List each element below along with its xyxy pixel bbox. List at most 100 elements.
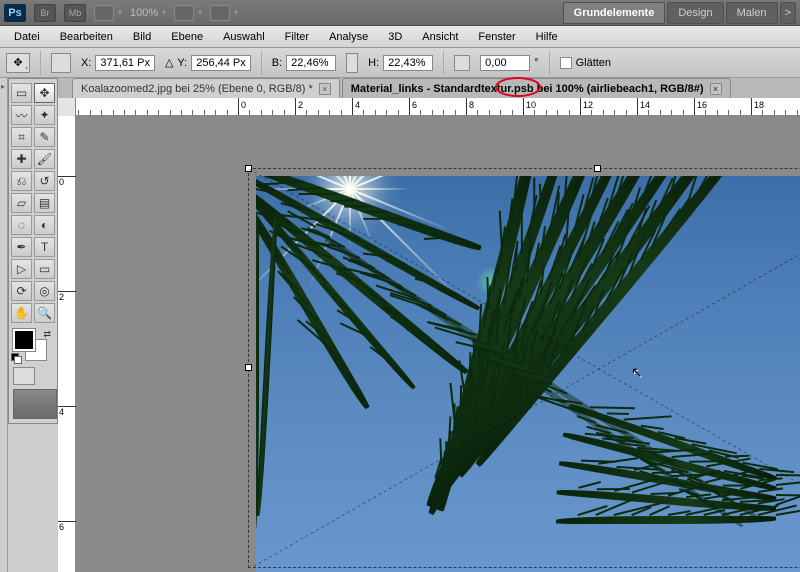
angle-icon	[454, 55, 470, 71]
foreground-color[interactable]	[13, 329, 35, 351]
brush-tool[interactable]: 🖌	[34, 149, 55, 169]
hand-tool[interactable]: ✋	[11, 303, 32, 323]
horizontal-ruler[interactable]: 024681012141618	[58, 98, 800, 116]
minibridge-button[interactable]: Mb	[64, 4, 86, 22]
ruler-h-tick: 0	[238, 98, 246, 115]
toolbox: ▭✥ 〰✦ ⌗✎ ✚🖌 ⎌↺ ▱▤ ◌◐ ✒T ▷▭ ⟳◎ ✋🔍 ⇄	[8, 78, 58, 424]
options-bar: ✥▾ X: 371,61 Px △ Y: 256,44 Px B: 22,46%…	[0, 48, 800, 78]
ruler-h-tick: 4	[352, 98, 360, 115]
canvas-area: 0 2 4 6 ↖	[58, 116, 800, 572]
stamp-tool[interactable]: ⎌	[11, 171, 32, 191]
dodge-tool[interactable]: ◐	[34, 215, 55, 235]
h-field[interactable]: 22,43%	[383, 55, 433, 71]
3d-camera-tool[interactable]: ◎	[34, 281, 55, 301]
ruler-h-tick: 8	[466, 98, 474, 115]
screen-mode-button-large[interactable]	[13, 389, 57, 419]
move-tool[interactable]: ▭	[11, 83, 32, 103]
zoom-tool[interactable]: 🔍	[34, 303, 55, 323]
glatten-label: Glätten	[576, 57, 611, 69]
document-tab-2-label: Material_links - Standardtextur.psb bei …	[351, 83, 704, 95]
ruler-h-tick: 2	[295, 98, 303, 115]
workspace-grundelemente[interactable]: Grundelemente	[563, 2, 666, 24]
document-viewport[interactable]: ↖	[76, 116, 800, 572]
vertical-ruler[interactable]: 0 2 4 6	[58, 116, 76, 572]
menu-fenster[interactable]: Fenster	[468, 28, 525, 46]
workspace-design[interactable]: Design	[667, 2, 723, 24]
ruler-origin[interactable]	[58, 98, 76, 116]
w-field[interactable]: 22,46%	[286, 55, 336, 71]
menu-ansicht[interactable]: Ansicht	[412, 28, 468, 46]
ps-logo-icon: Ps	[4, 4, 26, 22]
degree-label: °	[534, 57, 538, 69]
lasso-tool[interactable]: 〰	[11, 105, 32, 125]
arrow-tool[interactable]: ✥	[34, 83, 55, 103]
document-tab-2[interactable]: Material_links - Standardtextur.psb bei …	[342, 78, 731, 98]
pen-tool[interactable]: ✒	[11, 237, 32, 257]
menu-3d[interactable]: 3D	[378, 28, 412, 46]
x-field[interactable]: 371,61 Px	[95, 55, 155, 71]
quick-mask-button[interactable]	[13, 367, 35, 385]
angle-field[interactable]: 0,00	[480, 55, 530, 71]
w-label: B:	[272, 57, 282, 69]
handle-ml[interactable]	[245, 364, 252, 371]
crop-tool[interactable]: ⌗	[11, 127, 32, 147]
eraser-tool[interactable]: ▱	[11, 193, 32, 213]
canvas-image[interactable]	[256, 176, 800, 572]
ruler-v-tick: 4	[58, 406, 76, 417]
zoom-level-label: 100%	[130, 7, 158, 19]
ruler-v-tick: 2	[58, 291, 76, 302]
glatten-checkbox[interactable]	[560, 57, 572, 69]
chevron-down-icon: ▾	[118, 8, 122, 17]
menu-bar: Datei Bearbeiten Bild Ebene Auswahl Filt…	[0, 26, 800, 48]
current-tool-icon[interactable]: ✥▾	[6, 53, 30, 73]
workspace-switcher: Grundelemente Design Malen >	[563, 2, 796, 24]
menu-bearbeiten[interactable]: Bearbeiten	[50, 28, 123, 46]
gradient-tool[interactable]: ▤	[34, 193, 55, 213]
wand-tool[interactable]: ✦	[34, 105, 55, 125]
menu-datei[interactable]: Datei	[4, 28, 50, 46]
path-select-tool[interactable]: ▷	[11, 259, 32, 279]
eyedropper-tool[interactable]: ✎	[34, 127, 55, 147]
zoom-level-dropdown[interactable]: 100%▾	[130, 7, 166, 19]
y-label: Y:	[177, 57, 187, 69]
y-field[interactable]: 256,44 Px	[191, 55, 251, 71]
close-tab-1-button[interactable]: ×	[319, 83, 331, 95]
ruler-h-tick: 6	[409, 98, 417, 115]
menu-bild[interactable]: Bild	[123, 28, 161, 46]
default-colors-icon[interactable]	[11, 353, 21, 363]
handle-tl[interactable]	[245, 165, 252, 172]
app-titlebar: Ps Br Mb ▾ 100%▾ ▾ ▾ Grundelemente Desig…	[0, 0, 800, 26]
workspace-malen[interactable]: Malen	[726, 2, 778, 24]
type-tool[interactable]: T	[34, 237, 55, 257]
shape-tool[interactable]: ▭	[34, 259, 55, 279]
h-label: H:	[368, 57, 379, 69]
menu-hilfe[interactable]: Hilfe	[526, 28, 568, 46]
menu-filter[interactable]: Filter	[275, 28, 319, 46]
reference-point-icon[interactable]	[51, 53, 71, 73]
blur-tool[interactable]: ◌	[11, 215, 32, 235]
handle-tm[interactable]	[594, 165, 601, 172]
history-brush-tool[interactable]: ↺	[34, 171, 55, 191]
document-tab-1-label: Koalazoomed2.jpg bei 25% (Ebene 0, RGB/8…	[81, 83, 313, 95]
view-extras-dropdown[interactable]: ▾	[94, 5, 122, 21]
bridge-button[interactable]: Br	[34, 4, 56, 22]
workspace-more[interactable]: >	[780, 2, 796, 24]
delta-icon[interactable]: △	[165, 56, 173, 69]
menu-ebene[interactable]: Ebene	[161, 28, 213, 46]
heal-tool[interactable]: ✚	[11, 149, 32, 169]
ruler-v-tick: 0	[58, 176, 76, 187]
3d-tool[interactable]: ⟳	[11, 281, 32, 301]
document-tabstrip: Koalazoomed2.jpg bei 25% (Ebene 0, RGB/8…	[58, 78, 800, 98]
link-wh-icon[interactable]	[346, 53, 358, 73]
left-dock-strip[interactable]	[0, 78, 8, 572]
document-tab-1[interactable]: Koalazoomed2.jpg bei 25% (Ebene 0, RGB/8…	[72, 78, 340, 98]
menu-analyse[interactable]: Analyse	[319, 28, 378, 46]
ruler-v-tick: 6	[58, 521, 76, 532]
mouse-cursor-icon: ↖	[631, 364, 643, 381]
menu-auswahl[interactable]: Auswahl	[213, 28, 275, 46]
close-tab-2-button[interactable]: ×	[710, 83, 722, 95]
swap-colors-icon[interactable]: ⇄	[43, 329, 51, 340]
screen-mode-dropdown[interactable]: ▾	[210, 5, 238, 21]
arrange-documents-dropdown[interactable]: ▾	[174, 5, 202, 21]
color-swatches: ⇄	[11, 329, 51, 363]
